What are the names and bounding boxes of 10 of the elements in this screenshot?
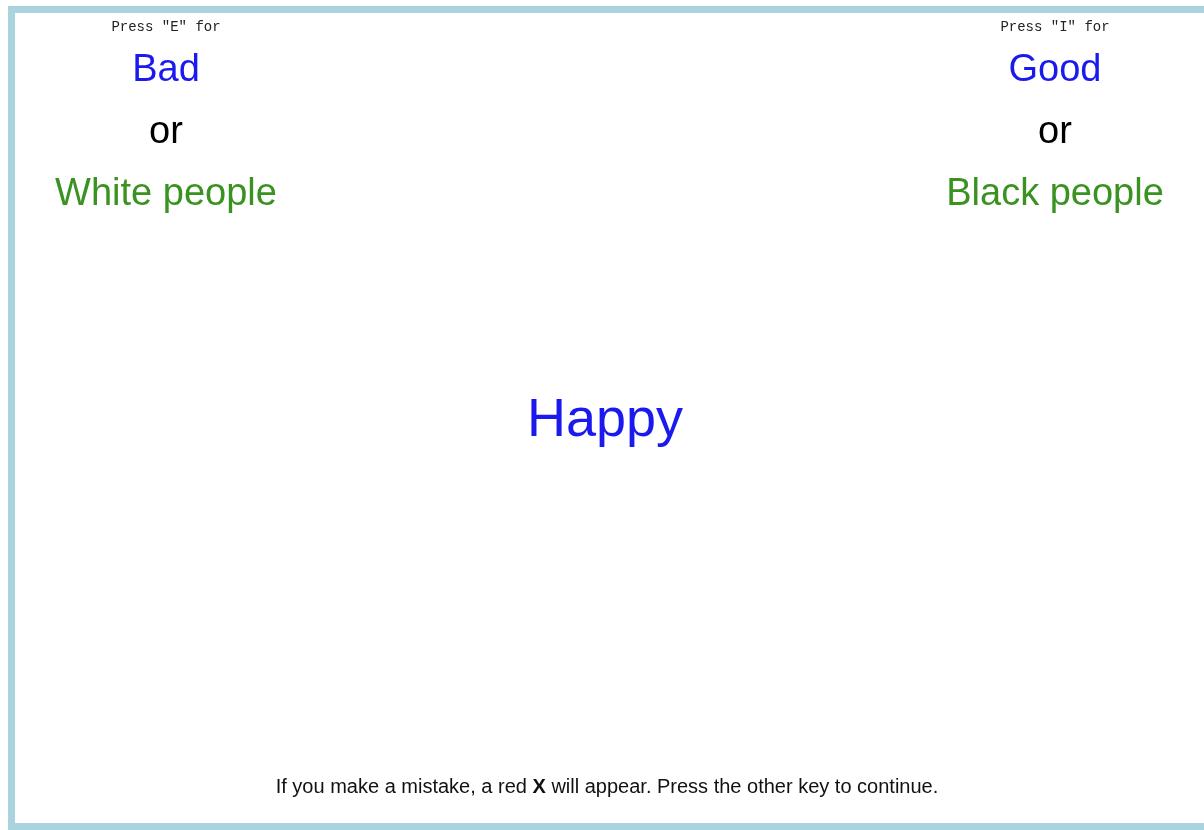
category-label: Black people xyxy=(946,170,1164,215)
stimulus-word: Happy xyxy=(526,386,684,449)
key-hint: Press "E" for xyxy=(111,18,221,37)
category-label: Bad xyxy=(132,46,200,91)
instructions-text: If you make a mistake, a red X will appear. Press the other key to continue. xyxy=(275,774,939,799)
key-hint: Press "I" for xyxy=(1000,18,1110,37)
category-label: Good xyxy=(1008,46,1102,91)
category-label: White people xyxy=(55,170,277,215)
category-label: or xyxy=(1038,108,1072,153)
category-label: or xyxy=(149,108,183,153)
